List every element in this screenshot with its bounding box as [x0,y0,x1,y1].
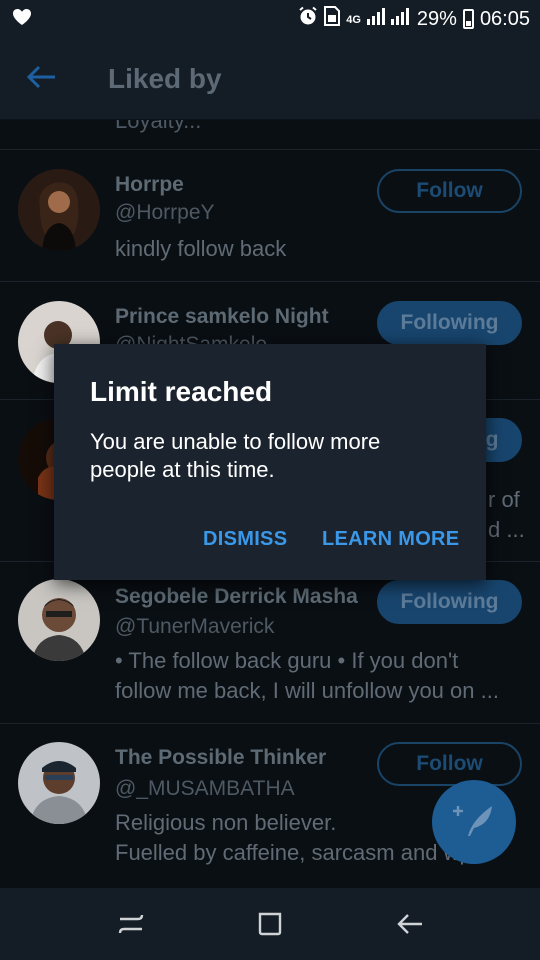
avatar[interactable] [18,169,100,251]
learn-more-button[interactable]: LEARN MORE [322,528,459,551]
following-button[interactable]: Following [377,580,522,624]
follow-button[interactable]: Follow [377,169,522,213]
dismiss-button[interactable]: DISMISS [203,528,287,551]
limit-reached-dialog: Limit reached You are unable to follow m… [54,344,486,580]
compose-feather-icon [452,800,496,845]
list-item[interactable]: Segobele Derrick Masha @TunerMaverick • … [0,562,540,724]
user-bio-line: • The follow back guru • If you don't [115,648,459,673]
user-handle: @_MUSAMBATHA [115,777,295,800]
arrow-left-icon[interactable] [12,59,72,98]
system-nav-bar [0,888,540,960]
network-type: 4G [346,14,361,26]
battery-icon [462,9,474,29]
avatar[interactable] [18,579,100,661]
user-name[interactable]: Horrpe [115,173,184,197]
user-handle: @HorrpeY [115,201,215,224]
user-bio-fragment: d ... [488,517,525,542]
user-name[interactable]: Prince samkelo Night [115,305,329,329]
compose-button[interactable] [432,780,516,864]
dialog-message: You are unable to follow more people at … [90,429,381,482]
back-icon[interactable] [380,894,440,954]
user-bio: kindly follow back [115,236,287,261]
user-handle: @TunerMaverick [115,615,275,638]
alarm-icon [298,6,318,32]
home-icon[interactable] [240,894,300,954]
list-item-clipped: Loyalty... [0,120,540,150]
clipped-bio: Loyalty... [115,120,202,133]
page-title: Liked by [108,62,222,94]
sim-icon [324,6,341,32]
list-item[interactable]: Horrpe @HorrpeY kindly follow back Follo… [0,150,540,282]
follow-button[interactable]: Follow [377,742,522,786]
user-bio-fragment: r of [488,487,520,512]
recent-apps-icon[interactable] [100,894,160,954]
user-name[interactable]: Segobele Derrick Masha [115,585,358,609]
user-bio-line: follow me back, I will unfollow you on .… [115,678,499,703]
battery-percent: 29% [416,7,457,30]
signal-icon [366,7,411,31]
avatar[interactable] [18,742,100,824]
user-name[interactable]: The Possible Thinker [115,746,326,770]
app-bar: Liked by [0,38,540,120]
dialog-title: Limit reached [90,376,273,407]
status-bar: 4G 29% 06:05 [0,0,540,38]
following-button[interactable]: Following [377,301,522,345]
heart-icon [12,8,32,31]
clock: 06:05 [479,7,530,30]
